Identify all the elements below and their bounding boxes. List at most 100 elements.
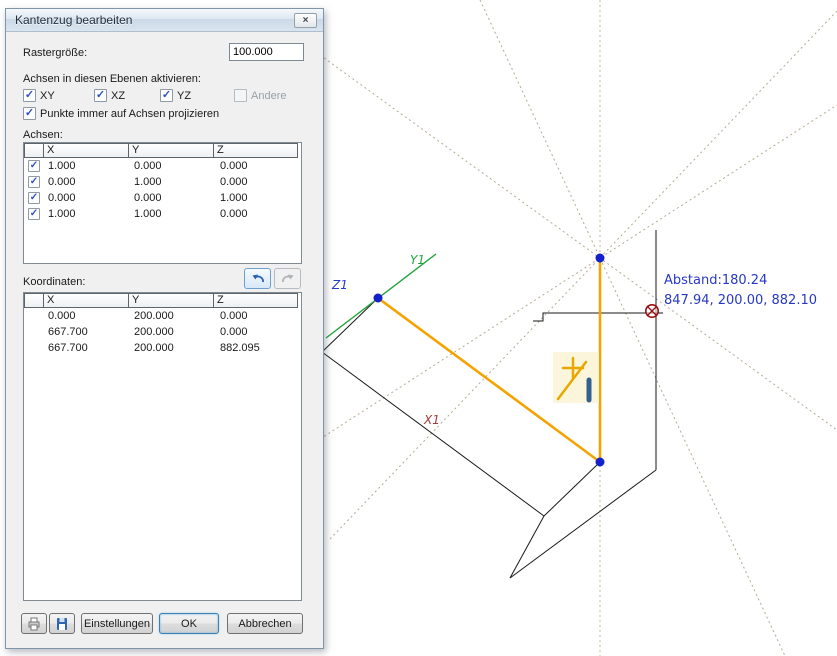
cell: 0.000: [44, 174, 130, 190]
cell: 0.000: [216, 174, 301, 190]
checkbox-yz-label: YZ: [177, 90, 191, 102]
wireframe-line: [544, 462, 600, 516]
planes-section-label: Achsen in diesen Ebenen aktivieren:: [23, 73, 201, 85]
table-row[interactable]: 667.700 200.000 882.095: [24, 340, 301, 356]
settings-button[interactable]: Einstellungen: [81, 613, 153, 634]
cell: 0.000: [216, 324, 301, 340]
axis-label-x1: X1: [423, 413, 440, 427]
checkbox-xy[interactable]: ✓: [23, 89, 36, 102]
check-icon: ✓: [30, 161, 38, 171]
save-button[interactable]: [49, 613, 75, 634]
table-row[interactable]: ✓ 0.000 0.000 1.000: [24, 190, 301, 206]
redo-button[interactable]: [274, 268, 301, 289]
coords-col-x[interactable]: X: [43, 293, 129, 308]
construction-axis-line: [480, 0, 785, 656]
cell: 200.000: [130, 340, 216, 356]
coordinates-table[interactable]: X Y Z 0.000 200.000 0.000 667.700 200.00…: [23, 292, 302, 601]
polyline-vertex[interactable]: [596, 458, 605, 467]
checkbox-yz[interactable]: ✓: [160, 89, 173, 102]
table-row[interactable]: 667.700 200.000 0.000: [24, 324, 301, 340]
tool-cursor-icon: [553, 352, 599, 403]
wireframe-line: [510, 470, 656, 578]
cell: 1.000: [216, 190, 301, 206]
table-row[interactable]: ✓ 1.000 0.000 0.000: [24, 158, 301, 174]
raster-size-input[interactable]: [229, 43, 304, 61]
undo-button[interactable]: [244, 268, 271, 289]
ok-button[interactable]: OK: [159, 613, 219, 634]
checkbox-andere-label: Andere: [251, 90, 286, 102]
coords-col-y[interactable]: Y: [128, 293, 214, 308]
coords-col-z[interactable]: Z: [213, 293, 298, 308]
cell: 667.700: [44, 340, 130, 356]
row-checkbox[interactable]: ✓: [28, 160, 40, 172]
application-window: Y1 Z1 X1 Abstand:180.24 847.94, 200.00, …: [0, 0, 837, 656]
check-icon: ✓: [162, 90, 171, 101]
wireframe-line: [510, 516, 544, 578]
row-checkbox[interactable]: ✓: [28, 208, 40, 220]
cell: 0.000: [44, 190, 130, 206]
cell: 0.000: [216, 308, 301, 324]
dimension-leader-line: [533, 313, 663, 321]
printer-icon: [26, 617, 42, 631]
cell: 0.000: [44, 308, 130, 324]
check-icon: ✓: [30, 209, 38, 219]
cell: 667.700: [44, 324, 130, 340]
save-icon: [54, 617, 70, 631]
dialog-titlebar[interactable]: Kantenzug bearbeiten ×: [6, 9, 323, 32]
check-icon: ✓: [30, 193, 38, 203]
axes-col-check[interactable]: [24, 143, 44, 158]
print-button[interactable]: [21, 613, 47, 634]
cell: 200.000: [130, 324, 216, 340]
row-checkbox[interactable]: ✓: [28, 176, 40, 188]
axes-col-x[interactable]: X: [43, 143, 129, 158]
table-row[interactable]: ✓ 0.000 1.000 0.000: [24, 174, 301, 190]
coords-table-header: X Y Z: [24, 293, 301, 308]
coords-col-blank[interactable]: [24, 293, 44, 308]
row-checkbox[interactable]: ✓: [28, 192, 40, 204]
dialog-title: Kantenzug bearbeiten: [15, 9, 132, 31]
checkbox-project-points[interactable]: ✓: [23, 107, 36, 120]
cell: 882.095: [216, 340, 301, 356]
axis-label-y1: Y1: [410, 253, 425, 267]
check-icon: ✓: [25, 90, 34, 101]
cell: 1.000: [44, 158, 130, 174]
checkbox-xz[interactable]: ✓: [94, 89, 107, 102]
axes-col-y[interactable]: Y: [128, 143, 214, 158]
wireframe-line: [322, 298, 378, 352]
wireframe-line: [322, 352, 544, 516]
close-button[interactable]: ×: [294, 13, 317, 28]
cell: 200.000: [130, 308, 216, 324]
undo-icon: [250, 273, 266, 285]
table-row[interactable]: ✓ 1.000 1.000 0.000: [24, 206, 301, 222]
axes-table-header: X Y Z: [24, 143, 301, 158]
cell: 0.000: [130, 158, 216, 174]
cell: 1.000: [130, 174, 216, 190]
checkbox-xz-label: XZ: [111, 90, 125, 102]
distance-tooltip-line1: Abstand:180.24: [664, 273, 767, 288]
cell: 0.000: [216, 206, 301, 222]
table-row[interactable]: 0.000 200.000 0.000: [24, 308, 301, 324]
checkbox-andere[interactable]: [234, 89, 247, 102]
axes-table[interactable]: X Y Z ✓ 1.000 0.000 0.000 ✓ 0.000 1.000 …: [23, 142, 302, 264]
check-icon: ✓: [25, 108, 34, 119]
cancel-button[interactable]: Abbrechen: [227, 613, 303, 634]
polyline-vertex[interactable]: [596, 254, 605, 263]
coords-section-label: Koordinaten:: [23, 276, 85, 288]
cell: 0.000: [130, 190, 216, 206]
distance-tooltip-line2: 847.94, 200.00, 882.10: [664, 293, 817, 308]
checkbox-xy-label: XY: [40, 90, 55, 102]
check-icon: ✓: [96, 90, 105, 101]
cell: 1.000: [44, 206, 130, 222]
check-icon: ✓: [30, 177, 38, 187]
polyline-vertex[interactable]: [374, 294, 383, 303]
checkbox-project-points-label: Punkte immer auf Achsen projizieren: [40, 108, 219, 120]
edit-polyline-dialog: Kantenzug bearbeiten × Rastergröße: Achs…: [5, 8, 324, 649]
cell: 0.000: [216, 158, 301, 174]
raster-size-label: Rastergröße:: [23, 47, 87, 59]
snap-cursor-icon: [646, 305, 658, 317]
cell: 1.000: [130, 206, 216, 222]
axes-col-z[interactable]: Z: [213, 143, 298, 158]
redo-icon: [280, 273, 296, 285]
close-icon: ×: [303, 15, 309, 26]
axes-section-label: Achsen:: [23, 129, 63, 141]
